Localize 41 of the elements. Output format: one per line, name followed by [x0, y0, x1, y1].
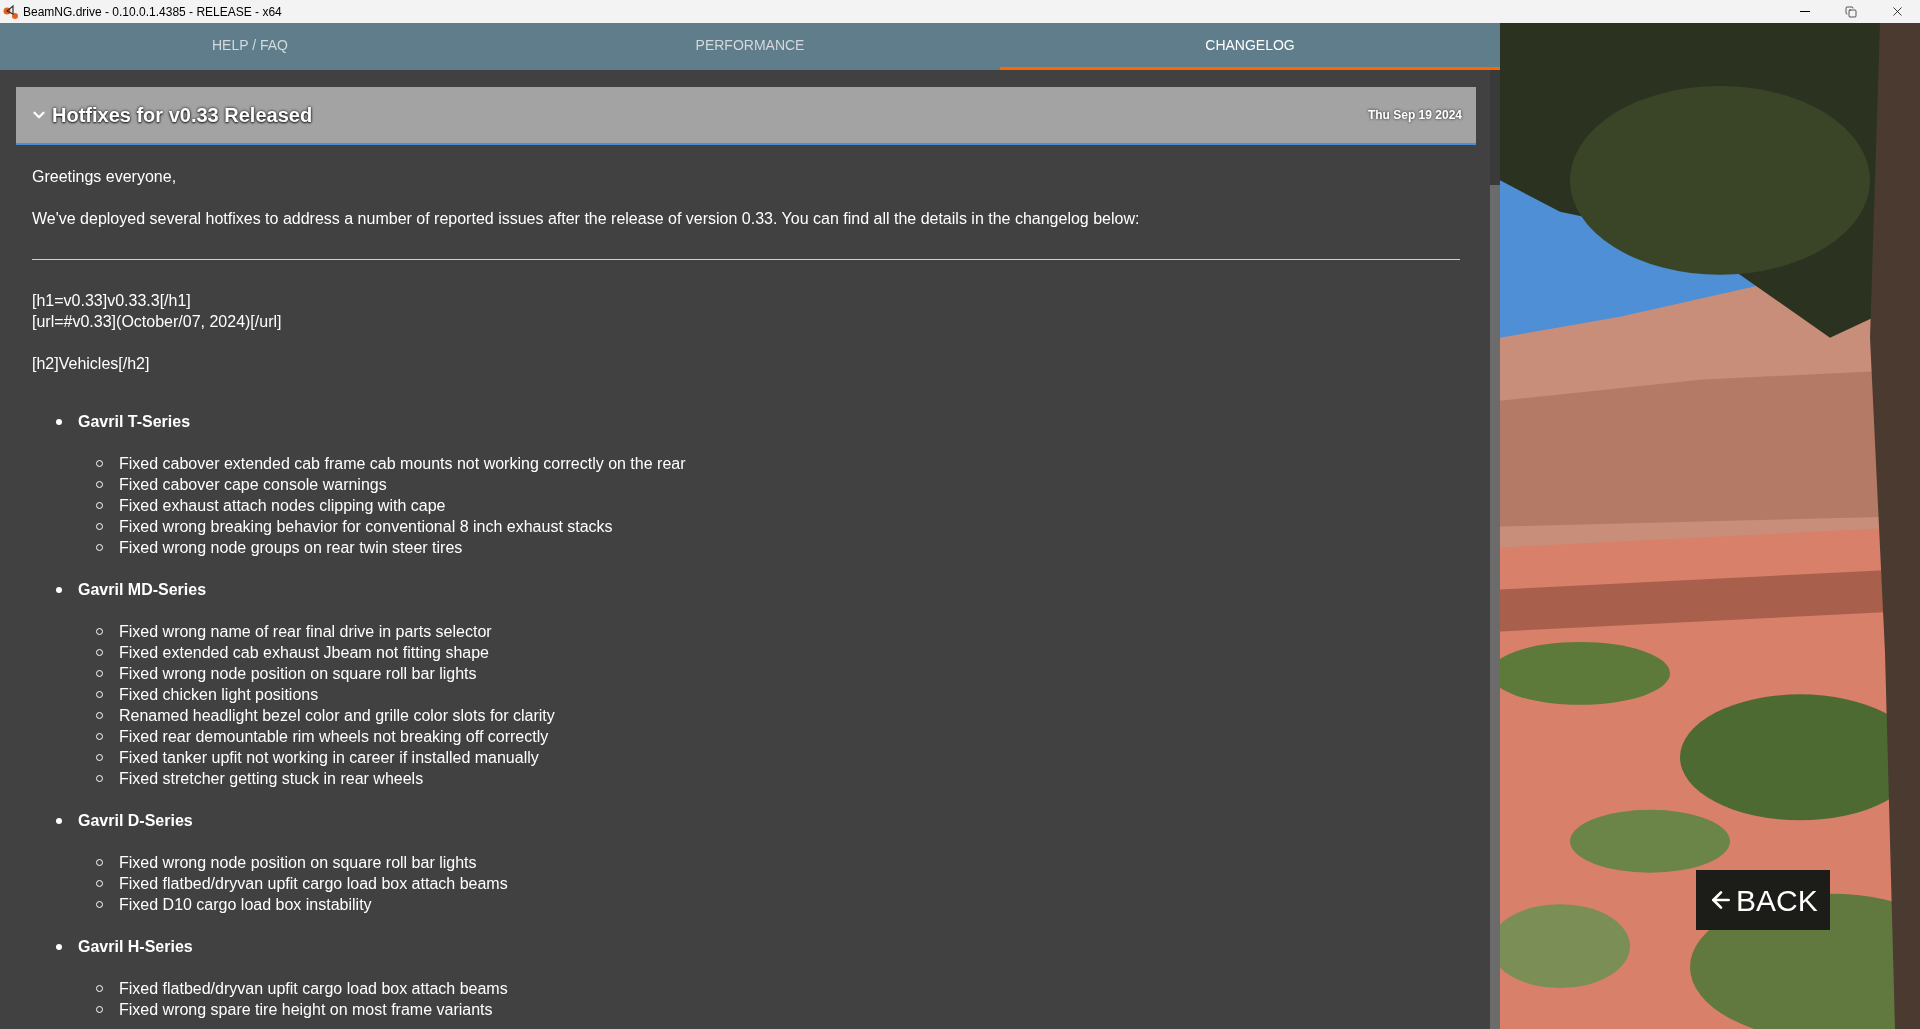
bullet-icon — [56, 943, 62, 950]
series-heading: Gavril H-Series — [78, 937, 193, 957]
bullet-icon — [56, 817, 62, 824]
markup-text: [url=#v0.33](October/07, 2024)[/url] — [32, 312, 283, 332]
changelog-item: Fixed flatbed/dryvan upfit cargo load box attach beams — [119, 979, 508, 999]
changelog-item: Fixed extended cab exhaust Jbeam not fitting shape — [119, 643, 489, 663]
restore-icon — [1845, 5, 1857, 18]
markup-text: [h2]Vehicles[/h2] — [32, 354, 151, 374]
changelog-item: Fixed wrong node position on square roll bar lights — [119, 664, 477, 684]
series-heading: Gavril D-Series — [78, 811, 193, 831]
changelog-item: Fixed wrong name of rear final drive in parts selector — [119, 622, 492, 642]
changelog-item: Fixed wrong node groups on rear twin steer tires — [119, 538, 463, 558]
article-title: Hotfixes for v0.33 Released — [52, 103, 313, 128]
changelog-item: Fixed cabover cape console warnings — [119, 475, 387, 495]
changelog-item: Fixed cabover extended cab frame cab mounts not working correctly on the rear — [119, 454, 686, 474]
changelog-item: Fixed wrong spare tire height on most frame variants — [119, 1000, 493, 1020]
bullet-icon — [56, 418, 62, 425]
changelog-item: Fixed D10 cargo load box instability — [119, 895, 372, 915]
series-heading: Gavril T-Series — [78, 412, 191, 432]
changelog-item: Fixed wrong breaking behavior for conventional 8 inch exhaust stacks — [119, 517, 613, 537]
changelog-item: Fixed flatbed/dryvan upfit cargo load box attach beams — [119, 874, 508, 894]
article-date: Thu Sep 19 2024 — [1367, 107, 1462, 124]
window-title: BeamNG.drive - 0.10.0.1.4385 - RELEASE - x64 — [23, 3, 282, 21]
minimize-icon — [1800, 11, 1810, 12]
paragraph: We've deployed several hotfixes to address a number of reported issues after the release of version 0.33. You can find all the details in the changelog below: — [32, 209, 1141, 229]
changelog-item: Fixed rear demountable rim wheels not breaking off correctly — [119, 727, 549, 747]
changelog-item: Fixed tanker upfit not working in career if installed manually — [119, 748, 539, 768]
tab[interactable]: HELP / FAQ — [0, 23, 500, 70]
changelog-item: Fixed wrong node position on square roll bar lights — [119, 853, 477, 873]
changelog-item: Fixed stretcher getting stuck in rear wheels — [119, 769, 424, 789]
changelog-item: Fixed exhaust attach nodes clipping with cape — [119, 496, 446, 516]
article-header[interactable]: Hotfixes for v0.33 Released Thu Sep 19 2024 — [16, 87, 1476, 145]
markup-text: [h1=v0.33]v0.33.3[/h1] — [32, 291, 192, 311]
changelog-item: Renamed headlight bezel color and grille color slots for clarity — [119, 706, 555, 726]
paragraph: Greetings everyone, — [32, 167, 178, 187]
bullet-icon — [56, 586, 62, 593]
app-logo-icon — [3, 3, 19, 20]
changelog-item: Fixed chicken light positions — [119, 685, 319, 705]
tab[interactable]: PERFORMANCE — [500, 23, 1000, 70]
series-heading: Gavril MD-Series — [78, 580, 207, 600]
back-button[interactable]: BACK — [1696, 870, 1830, 930]
